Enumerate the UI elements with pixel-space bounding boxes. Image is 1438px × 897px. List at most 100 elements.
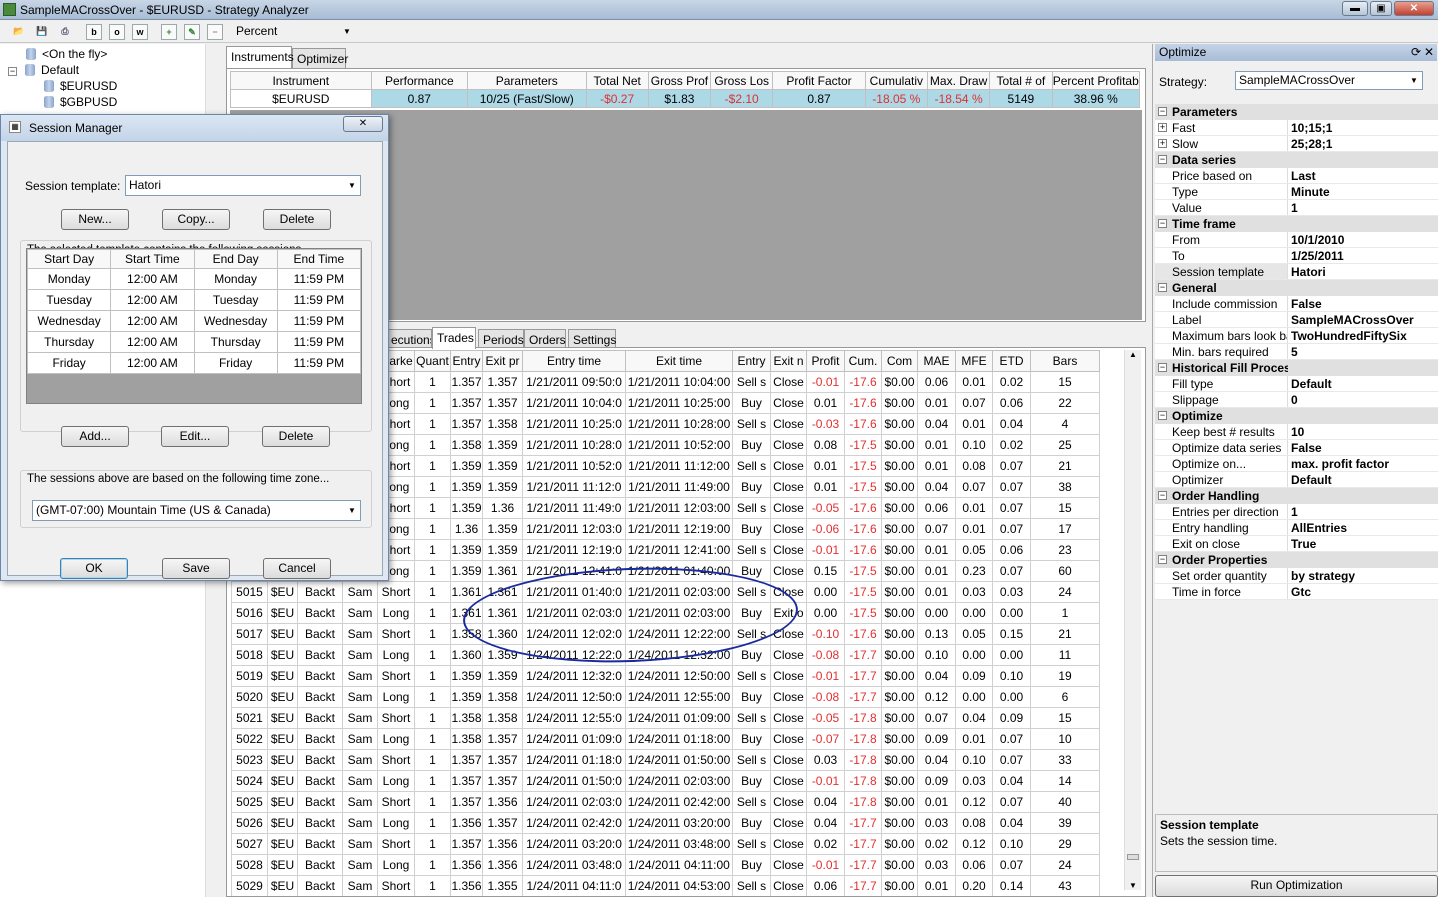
property-row[interactable]: Time in force Gtc (1155, 584, 1438, 600)
display-unit-select[interactable]: Percent ▼ (233, 23, 355, 42)
session-row[interactable]: Tuesday 12:00 AM Tuesday 11:59 PM (26, 289, 362, 311)
scroll-thumb[interactable] (1127, 854, 1139, 860)
property-value[interactable]: by strategy (1291, 569, 1436, 583)
collapse-icon[interactable]: − (1158, 411, 1167, 420)
trade-row[interactable]: 5022 $EU Backt Sam Long 1 1.358 1.357 1/24/2011 … (231, 728, 1100, 750)
tab-optimizer[interactable]: Optimizer (292, 48, 348, 68)
copy-template-button[interactable]: Copy... (162, 209, 230, 230)
session-column-header[interactable]: End Time (276, 249, 362, 269)
dialog-close-button[interactable]: ✕ (343, 116, 383, 132)
tab-executions[interactable]: ecutions (386, 329, 432, 349)
collapse-icon[interactable]: − (1158, 363, 1167, 372)
session-column-header[interactable]: End Day (193, 249, 278, 269)
other-button[interactable]: o (109, 24, 125, 40)
collapse-icon[interactable]: − (1158, 219, 1167, 228)
collapse-icon[interactable]: − (1158, 107, 1167, 116)
property-value[interactable]: Minute (1291, 185, 1436, 199)
trade-row[interactable]: 5016 $EU Backt Sam Long 1 1.361 1.361 1/21/2011 … (231, 602, 1100, 624)
ok-button[interactable]: OK (60, 558, 128, 579)
instrument-column-header[interactable]: Percent Profitab (1051, 71, 1140, 90)
property-value[interactable]: Gtc (1291, 585, 1436, 599)
session-row[interactable]: Wednesday 12:00 AM Wednesday 11:59 PM (26, 310, 362, 332)
property-value[interactable]: 1 (1291, 505, 1436, 519)
instrument-column-header[interactable]: Gross Prof (647, 71, 712, 90)
property-row[interactable]: Entries per direction 1 (1155, 504, 1438, 520)
property-value[interactable]: 1 (1291, 201, 1436, 215)
expand-icon[interactable]: + (1158, 123, 1167, 132)
scroll-down-icon[interactable]: ▼ (1125, 881, 1141, 890)
property-row[interactable]: From 10/1/2010 (1155, 232, 1438, 248)
instrument-column-header[interactable]: Performance (370, 71, 469, 90)
property-value[interactable]: Default (1291, 473, 1436, 487)
property-value[interactable]: Last (1291, 169, 1436, 183)
tab-periods[interactable]: Periods (478, 329, 524, 349)
trade-row[interactable]: 5029 $EU Backt Sam Short 1 1.356 1.355 1/24/2011… (231, 875, 1100, 896)
property-row[interactable]: Optimize data series False (1155, 440, 1438, 456)
instrument-column-header[interactable]: Gross Los (710, 71, 774, 90)
trade-column-header[interactable]: MFE (955, 350, 993, 372)
session-column-header[interactable]: Start Day (26, 249, 112, 269)
window-button[interactable]: w (132, 24, 148, 40)
delete-template-button[interactable]: Delete (263, 209, 331, 230)
property-value[interactable]: Default (1291, 377, 1436, 391)
property-row[interactable]: + Slow 25;28;1 (1155, 136, 1438, 152)
trade-column-header[interactable]: Cum. (844, 350, 882, 372)
run-optimization-button[interactable]: Run Optimization (1155, 875, 1438, 897)
property-value[interactable]: TwoHundredFiftySix (1291, 329, 1436, 343)
collapse-icon[interactable]: − (1158, 155, 1167, 164)
trade-column-header[interactable]: ETD (992, 350, 1031, 372)
print-icon[interactable]: ⎙ (57, 24, 73, 40)
property-row[interactable]: Maximum bars look bac TwoHundredFiftySix (1155, 328, 1438, 344)
property-category[interactable]: − Parameters (1155, 104, 1438, 120)
property-row[interactable]: To 1/25/2011 (1155, 248, 1438, 264)
trade-row[interactable]: 5024 $EU Backt Sam Long 1 1.357 1.357 1/24/2011 … (231, 770, 1100, 792)
property-value[interactable]: max. profit factor (1291, 457, 1436, 471)
trade-row[interactable]: 5018 $EU Backt Sam Long 1 1.360 1.359 1/24/2011 … (231, 644, 1100, 666)
scroll-up-icon[interactable]: ▲ (1125, 350, 1141, 359)
instrument-column-header[interactable]: Total # of (989, 71, 1053, 90)
timezone-select[interactable]: (GMT-07:00) Mountain Time (US & Canada) … (32, 500, 361, 521)
template-select[interactable]: Hatori ▼ (125, 175, 361, 196)
collapse-icon[interactable]: − (1158, 555, 1167, 564)
session-row[interactable]: Monday 12:00 AM Monday 11:59 PM (26, 268, 362, 290)
cancel-button[interactable]: Cancel (263, 558, 331, 579)
bars-button[interactable]: b (86, 24, 102, 40)
property-value[interactable]: 25;28;1 (1291, 137, 1436, 151)
expand-icon[interactable]: + (1158, 139, 1167, 148)
instrument-column-header[interactable]: Total Net (585, 71, 649, 90)
trade-column-header[interactable]: MAE (917, 350, 956, 372)
property-row[interactable]: Exit on close True (1155, 536, 1438, 552)
property-row[interactable]: Value 1 (1155, 200, 1438, 216)
instrument-column-header[interactable]: Parameters (467, 71, 587, 90)
property-value[interactable]: 5 (1291, 345, 1436, 359)
trade-row[interactable]: 5021 $EU Backt Sam Short 1 1.358 1.358 1/24/2011… (231, 707, 1100, 729)
property-category[interactable]: − Order Handling (1155, 488, 1438, 504)
property-value[interactable]: True (1291, 537, 1436, 551)
pin-icon[interactable]: ⟳ (1411, 45, 1421, 59)
trade-column-header[interactable]: Entry (450, 350, 483, 372)
tree-item-on-the-fly[interactable]: <On the fly> (26, 47, 107, 61)
maximize-button[interactable]: ▣ (1370, 1, 1392, 16)
property-row[interactable]: + Fast 10;15;1 (1155, 120, 1438, 136)
tab-orders[interactable]: Orders (524, 329, 566, 349)
delete-session-button[interactable]: Delete (262, 426, 330, 447)
property-category[interactable]: − Data series (1155, 152, 1438, 168)
trade-row[interactable]: 5028 $EU Backt Sam Long 1 1.356 1.356 1/24/2011 … (231, 854, 1100, 876)
tree-item-gbpusd[interactable]: $GBPUSD (44, 95, 117, 109)
property-category[interactable]: − Time frame (1155, 216, 1438, 232)
property-row[interactable]: Price based on Last (1155, 168, 1438, 184)
collapse-icon[interactable]: − (1158, 283, 1167, 292)
property-row[interactable]: Include commission False (1155, 296, 1438, 312)
property-category[interactable]: − General (1155, 280, 1438, 296)
trade-column-header[interactable]: Com (881, 350, 918, 372)
trade-column-header[interactable]: Exit pr (482, 350, 523, 372)
instrument-column-header[interactable]: Instrument (230, 71, 372, 90)
save-icon[interactable]: 💾 (34, 24, 50, 40)
property-row[interactable]: Optimize on... max. profit factor (1155, 456, 1438, 472)
open-icon[interactable]: 📂 (11, 24, 27, 40)
add-session-button[interactable]: Add... (61, 426, 129, 447)
property-row[interactable]: Slippage 0 (1155, 392, 1438, 408)
tab-instruments[interactable]: Instruments (226, 46, 294, 68)
edit-session-button[interactable]: Edit... (161, 426, 229, 447)
remove-icon[interactable]: − (207, 24, 223, 40)
